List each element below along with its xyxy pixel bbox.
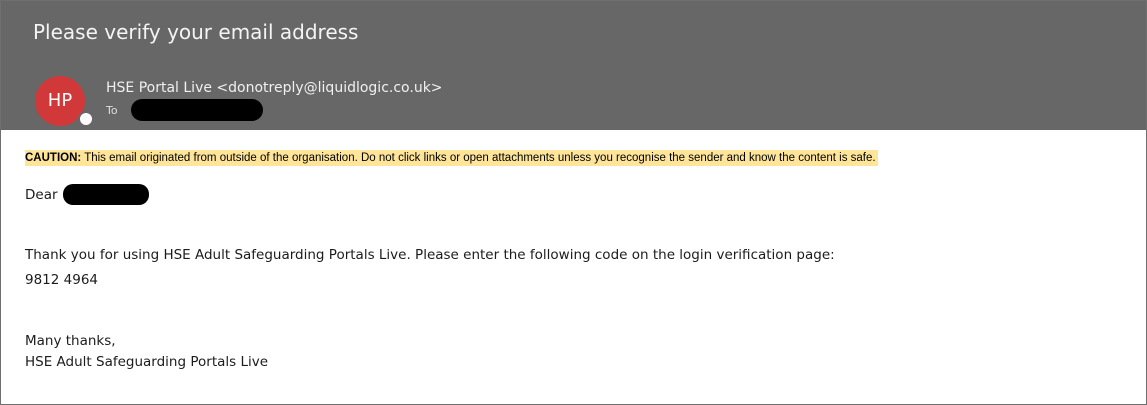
caution-text: This email originated from outside of th… (81, 152, 876, 164)
presence-status-icon (78, 111, 94, 127)
redacted-recipient (130, 99, 263, 121)
to-label: To (106, 103, 118, 117)
closing-line: Many thanks, (25, 333, 116, 349)
caution-banner: CAUTION: This email originated from outs… (25, 150, 878, 166)
greeting-text: Dear (25, 186, 58, 203)
verification-code: 9812 4964 (25, 272, 99, 288)
email-subject: Please verify your email address (33, 20, 359, 44)
redacted-name (62, 184, 149, 205)
greeting-line: Dear (25, 184, 149, 205)
email-header: Please verify your email address HP HSE … (1, 1, 1146, 130)
email-reading-pane: Please verify your email address HP HSE … (0, 0, 1147, 405)
recipient-row: To (106, 98, 263, 122)
caution-label: CAUTION: (25, 152, 82, 164)
intro-paragraph: Thank you for using HSE Adult Safeguardi… (25, 247, 835, 263)
signature-line: HSE Adult Safeguarding Portals Live (25, 354, 269, 370)
sender-address[interactable]: HSE Portal Live <donotreply@liquidlogic.… (106, 79, 443, 97)
